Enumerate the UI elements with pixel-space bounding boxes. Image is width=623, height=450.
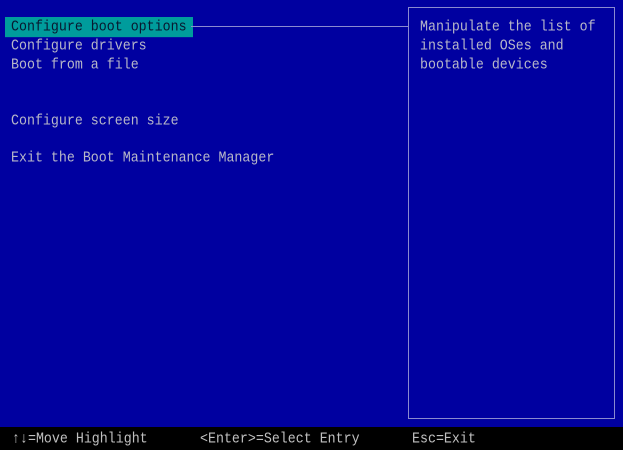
footer-move-hint: ↑↓=Move Highlight bbox=[12, 430, 148, 447]
help-text-line: installed OSes and bbox=[420, 37, 564, 54]
menu-item-configure-screen-size[interactable]: Configure screen size bbox=[11, 111, 179, 131]
menu-item-configure-boot-options[interactable]: Configure boot options bbox=[5, 17, 193, 38]
footer-exit-hint: Esc=Exit bbox=[412, 430, 476, 447]
help-text-line: bootable devices bbox=[420, 56, 548, 73]
help-text-line: Manipulate the list of bbox=[420, 18, 596, 35]
menu-item-exit-boot-maintenance-manager[interactable]: Exit the Boot Maintenance Manager bbox=[11, 148, 274, 168]
footer-select-hint: <Enter>=Select Entry bbox=[200, 430, 360, 447]
selection-connector-line bbox=[191, 26, 408, 27]
menu-item-boot-from-file[interactable]: Boot from a file bbox=[11, 55, 139, 75]
menu-item-configure-drivers[interactable]: Configure drivers bbox=[11, 36, 147, 56]
